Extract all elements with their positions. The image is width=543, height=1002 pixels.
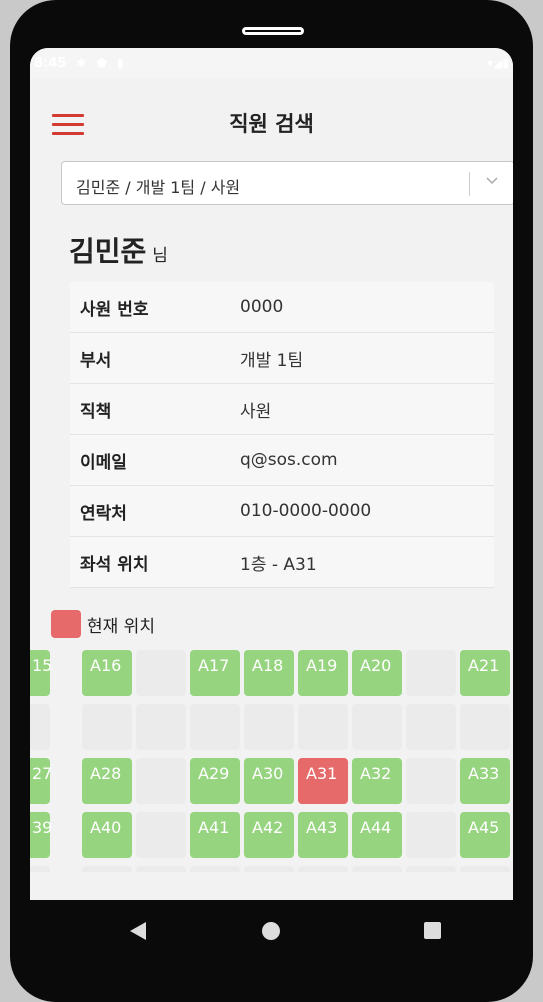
seat-empty bbox=[136, 866, 186, 872]
seat-empty bbox=[406, 650, 456, 696]
seat-a32[interactable]: A32 bbox=[352, 758, 402, 804]
info-value: q@sos.com bbox=[240, 450, 338, 470]
page-title: 직원 검색 bbox=[229, 112, 314, 136]
employee-name-heading: 김민준 님 bbox=[69, 230, 168, 270]
seat-empty bbox=[406, 812, 456, 858]
seat-a41[interactable]: A41 bbox=[190, 812, 240, 858]
app-header: 직원 검색 bbox=[30, 78, 513, 158]
info-row-position: 직책 사원 bbox=[70, 384, 494, 435]
seat-a16[interactable]: A16 bbox=[82, 650, 132, 696]
seat-15[interactable]: 15 bbox=[30, 650, 52, 696]
info-value: 0000 bbox=[240, 297, 284, 317]
seat-a33[interactable]: A33 bbox=[460, 758, 510, 804]
seat-empty bbox=[190, 866, 240, 872]
seat-a45[interactable]: A45 bbox=[460, 812, 510, 858]
seat-empty bbox=[406, 704, 456, 750]
android-nav-bar bbox=[30, 900, 513, 962]
seat-empty bbox=[298, 704, 348, 750]
seat-empty bbox=[82, 704, 132, 750]
sim-status-icon: ▮ bbox=[116, 56, 124, 70]
seat-empty bbox=[190, 704, 240, 750]
seat-a18[interactable]: A18 bbox=[244, 650, 294, 696]
seat-a30[interactable]: A30 bbox=[244, 758, 294, 804]
info-label: 부서 bbox=[80, 350, 112, 371]
select-divider bbox=[469, 172, 470, 196]
signal-battery-icon: ▾◢▮ bbox=[487, 56, 509, 70]
info-row-seat: 좌석 위치 1층 - A31 bbox=[70, 537, 494, 588]
info-label: 좌석 위치 bbox=[80, 554, 149, 575]
app-screen: 8:45 ✱ ⬟ ▮ ▾◢▮ 직원 검색 김민준 / 개발 1팀 / 사원 김민… bbox=[30, 48, 513, 900]
seat-a20[interactable]: A20 bbox=[352, 650, 402, 696]
seat-a42[interactable]: A42 bbox=[244, 812, 294, 858]
seat-empty bbox=[30, 704, 50, 750]
info-row-employee-id: 사원 번호 0000 bbox=[70, 282, 494, 333]
seat-a19[interactable]: A19 bbox=[298, 650, 348, 696]
phone-frame: 8:45 ✱ ⬟ ▮ ▾◢▮ 직원 검색 김민준 / 개발 1팀 / 사원 김민… bbox=[10, 0, 533, 1002]
seat-empty bbox=[244, 866, 294, 872]
status-time: 8:45 bbox=[34, 55, 67, 71]
seat-empty bbox=[460, 704, 510, 750]
seat-legend: 현재 위치 bbox=[51, 610, 155, 638]
settings-status-icon: ✱ bbox=[76, 56, 87, 70]
seat-empty bbox=[136, 650, 186, 696]
info-value: 개발 1팀 bbox=[240, 350, 304, 371]
seat-a17[interactable]: A17 bbox=[190, 650, 240, 696]
employee-info-table: 사원 번호 0000 부서 개발 1팀 직책 사원 이메일 q@sos.com … bbox=[70, 282, 494, 588]
seat-39[interactable]: 39 bbox=[30, 812, 52, 858]
seat-27[interactable]: 27 bbox=[30, 758, 52, 804]
seat-empty bbox=[406, 866, 456, 872]
seat-empty bbox=[298, 866, 348, 872]
info-label: 이메일 bbox=[80, 452, 127, 473]
seat-empty bbox=[82, 866, 132, 872]
speaker-icon bbox=[242, 27, 304, 35]
status-bar: 8:45 ✱ ⬟ ▮ ▾◢▮ bbox=[30, 48, 513, 78]
seat-empty bbox=[136, 704, 186, 750]
chevron-down-icon[interactable] bbox=[484, 172, 500, 188]
info-label: 연락처 bbox=[80, 503, 127, 524]
seat-a40[interactable]: A40 bbox=[82, 812, 132, 858]
recent-apps-icon[interactable] bbox=[424, 922, 441, 939]
seat-a28[interactable]: A28 bbox=[82, 758, 132, 804]
employee-select[interactable]: 김민준 / 개발 1팀 / 사원 bbox=[61, 161, 513, 205]
employee-honorific: 님 bbox=[152, 246, 168, 266]
info-label: 직책 bbox=[80, 401, 112, 422]
seat-a43[interactable]: A43 bbox=[298, 812, 348, 858]
seat-empty bbox=[136, 812, 186, 858]
info-value: 사원 bbox=[240, 401, 272, 422]
seat-empty bbox=[460, 866, 510, 872]
seat-a21[interactable]: A21 bbox=[460, 650, 510, 696]
info-label: 사원 번호 bbox=[80, 299, 149, 320]
seat-a44[interactable]: A44 bbox=[352, 812, 402, 858]
employee-name: 김민준 bbox=[69, 235, 147, 268]
home-icon[interactable] bbox=[262, 922, 280, 940]
seat-empty bbox=[136, 758, 186, 804]
seat-empty bbox=[352, 866, 402, 872]
seat-a29[interactable]: A29 bbox=[190, 758, 240, 804]
info-row-department: 부서 개발 1팀 bbox=[70, 333, 494, 384]
back-icon[interactable] bbox=[130, 922, 146, 940]
seat-empty bbox=[406, 758, 456, 804]
seat-a31[interactable]: A31 bbox=[298, 758, 348, 804]
seat-empty bbox=[244, 704, 294, 750]
legend-label: 현재 위치 bbox=[87, 616, 155, 637]
info-value: 1층 - A31 bbox=[240, 554, 317, 575]
employee-select-value: 김민준 / 개발 1팀 / 사원 bbox=[76, 178, 241, 197]
info-row-email: 이메일 q@sos.com bbox=[70, 435, 494, 486]
seat-map: 15 A16 A17 A18 A19 A20 A21 27 A28 A29 A30 A31 A32 A33… bbox=[30, 648, 513, 872]
shield-status-icon: ⬟ bbox=[96, 56, 107, 70]
seat-empty bbox=[30, 866, 50, 872]
info-value: 010-0000-0000 bbox=[240, 501, 372, 521]
seat-empty bbox=[352, 704, 402, 750]
legend-swatch bbox=[51, 610, 81, 638]
info-row-phone: 연락처 010-0000-0000 bbox=[70, 486, 494, 537]
